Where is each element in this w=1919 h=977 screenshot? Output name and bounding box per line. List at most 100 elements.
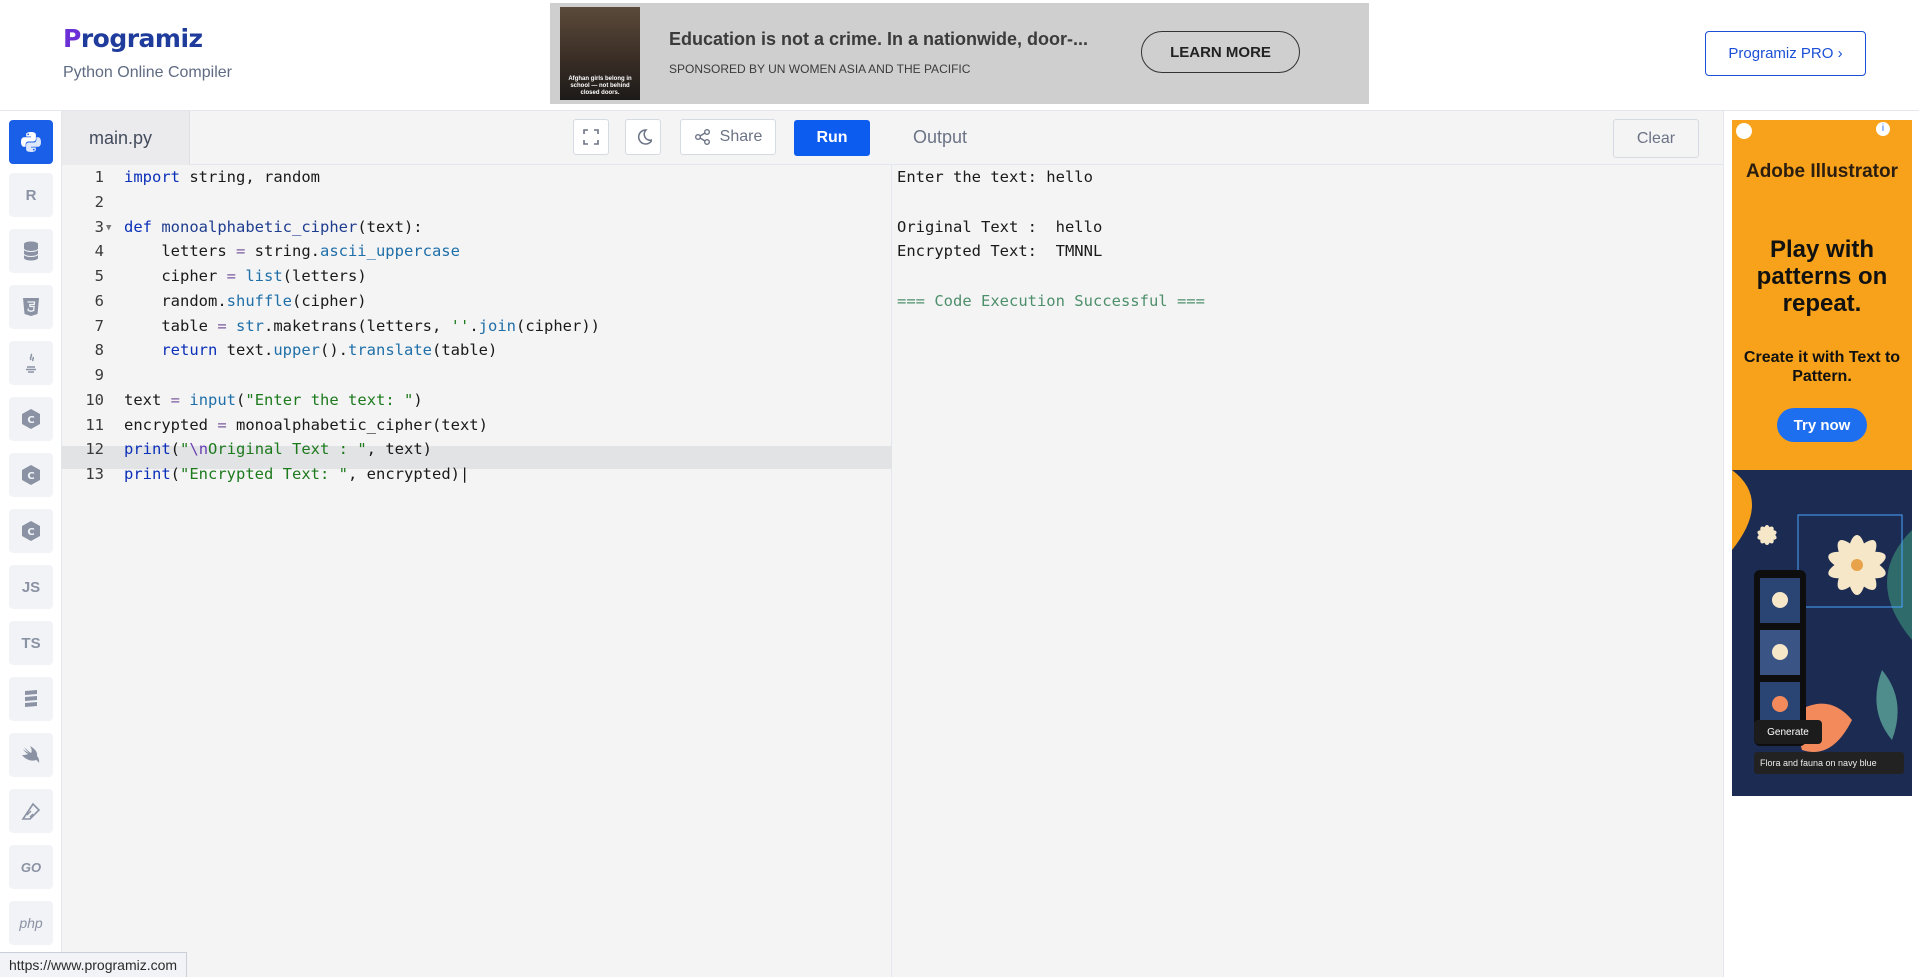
sidebar-item-java[interactable] (9, 341, 53, 385)
programiz-pro-button[interactable]: Programiz PRO › (1705, 31, 1866, 76)
code-line: random.shuffle(cipher) (124, 292, 367, 310)
sidebar-item-js[interactable]: JS (9, 565, 53, 609)
line-number: 13 (85, 465, 104, 483)
ad-thumbnail-caption: Afghan girls belong in school — not behi… (568, 76, 632, 96)
code-line: table = str.maketrans(letters, ''.join(c… (124, 317, 600, 335)
svg-text:C: C (27, 415, 34, 426)
ad-title[interactable]: Education is not a crime. In a nationwid… (669, 29, 1088, 50)
sidebar-item-csharp[interactable]: C (9, 509, 53, 553)
ad-pattern-artwork (1732, 470, 1912, 796)
ad-generate-button: Generate (1754, 720, 1822, 744)
language-sidebar: R C C C JS TS GO php (0, 111, 62, 977)
sidebar-item-swift[interactable] (9, 733, 53, 777)
sidebar-item-ts[interactable]: TS (9, 621, 53, 665)
code-line: text = input("Enter the text: ") (124, 391, 423, 409)
output-line[interactable]: Encrypted Text: TMNNL (897, 242, 1102, 260)
code-line: cipher = list(letters) (124, 267, 367, 285)
share-icon (694, 129, 710, 145)
code-editor-panel: main.py Share Run 1 2 3 ▼ 4 5 6 7 8 9 10… (62, 111, 892, 977)
line-number: 12 (85, 440, 104, 458)
sidebar-item-html[interactable] (9, 285, 53, 329)
c-icon: C (22, 409, 40, 429)
right-ad-column: i Adobe Illustrator Play with patterns o… (1724, 111, 1919, 977)
svg-text:C: C (27, 471, 34, 482)
fold-arrow-icon[interactable]: ▼ (106, 223, 111, 233)
go-icon: GO (20, 859, 42, 875)
csharp-icon: C (22, 521, 40, 541)
sidebar-item-php[interactable]: php (9, 901, 53, 945)
status-bar-url: https://www.programiz.com (0, 952, 188, 977)
floral-pattern-image (1732, 470, 1912, 796)
line-number: 1 (94, 168, 104, 186)
ad-try-now-button[interactable]: Try now (1777, 408, 1867, 442)
line-number: 6 (94, 292, 104, 310)
code-line: print("\nOriginal Text : ", text) (124, 440, 432, 458)
top-ad-banner[interactable]: Afghan girls belong in school — not behi… (550, 3, 1369, 104)
line-number: 7 (94, 317, 104, 335)
ad-brand: Adobe Illustrator (1745, 161, 1898, 182)
line-number: 9 (94, 366, 104, 384)
ad-learn-more-button[interactable]: LEARN MORE (1141, 31, 1300, 73)
output-line[interactable]: Original Text : hello (897, 218, 1102, 236)
java-icon (26, 353, 36, 373)
share-label: Share (719, 128, 763, 145)
code-line: letters = string.ascii_uppercase (124, 242, 460, 260)
sidebar-item-cpp[interactable]: C (9, 453, 53, 497)
rust-icon (21, 802, 41, 820)
moon-icon (637, 129, 652, 145)
swift-icon (22, 746, 40, 763)
code-line: encrypted = monoalphabetic_cipher(text) (124, 416, 488, 434)
cpp-icon: C (22, 465, 40, 485)
execution-status: === Code Execution Successful === (897, 292, 1205, 310)
logo-p-mark: P (63, 24, 81, 53)
output-panel: Output Clear Enter the text: hello Origi… (892, 111, 1724, 977)
logo-text: rogramiz (80, 24, 203, 53)
code-line: import string, random (124, 168, 320, 186)
stack-icon (25, 690, 37, 707)
sidebar-item-r[interactable]: R (9, 173, 53, 217)
side-ad[interactable]: i Adobe Illustrator Play with patterns o… (1732, 120, 1912, 796)
svg-text:C: C (27, 527, 34, 538)
file-tab-main-py[interactable]: main.py (62, 111, 190, 165)
line-number: 4 (94, 242, 104, 260)
line-number: 2 (94, 193, 104, 211)
editor-toolbar: main.py Share Run (62, 111, 892, 165)
line-number: 10 (85, 391, 104, 409)
output-title: Output (913, 127, 968, 147)
line-number: 3 (94, 218, 104, 236)
code-line: def monoalphabetic_cipher(text): (124, 218, 423, 236)
sidebar-item-rust[interactable] (9, 789, 53, 833)
fullscreen-button[interactable] (573, 119, 609, 155)
output-toolbar: Output Clear (892, 111, 1724, 165)
js-icon: JS (21, 578, 41, 596)
ad-thumbnail: Afghan girls belong in school — not behi… (560, 7, 640, 100)
sidebar-item-sql[interactable] (9, 229, 53, 273)
ad-headline: Play with patterns on repeat. (1756, 236, 1888, 317)
ad-badge-icon (1736, 123, 1752, 139)
python-icon (21, 132, 41, 152)
line-number: 5 (94, 267, 104, 285)
programiz-logo[interactable]: Programiz (63, 24, 203, 53)
sidebar-item-python[interactable] (9, 120, 53, 164)
ad-prompt-field: Flora and fauna on navy blue (1754, 752, 1904, 774)
code-area[interactable]: 1 2 3 ▼ 4 5 6 7 8 9 10 11 12 13 import s… (62, 165, 892, 977)
sidebar-item-go[interactable]: GO (9, 845, 53, 889)
line-number: 8 (94, 341, 104, 359)
code-line: return text.upper().translate(table) (161, 341, 498, 359)
ad-info-icon[interactable]: i (1876, 122, 1890, 136)
r-icon: R (25, 186, 37, 204)
share-button[interactable]: Share (680, 119, 776, 155)
sidebar-item-c[interactable]: C (9, 397, 53, 441)
fullscreen-icon (583, 129, 599, 145)
line-number: 11 (85, 416, 104, 434)
dark-mode-button[interactable] (625, 119, 661, 155)
run-button[interactable]: Run (794, 120, 870, 156)
header: Programiz Python Online Compiler Afghan … (0, 0, 1919, 111)
html5-icon (23, 298, 39, 316)
sidebar-item-stack[interactable] (9, 677, 53, 721)
output-line[interactable]: Enter the text: hello (897, 168, 1093, 186)
database-icon (23, 241, 39, 261)
ad-sponsor: SPONSORED BY UN WOMEN ASIA AND THE PACIF… (669, 62, 971, 76)
code-line: print("Encrypted Text: ", encrypted)| (124, 465, 470, 483)
clear-button[interactable]: Clear (1613, 119, 1699, 158)
